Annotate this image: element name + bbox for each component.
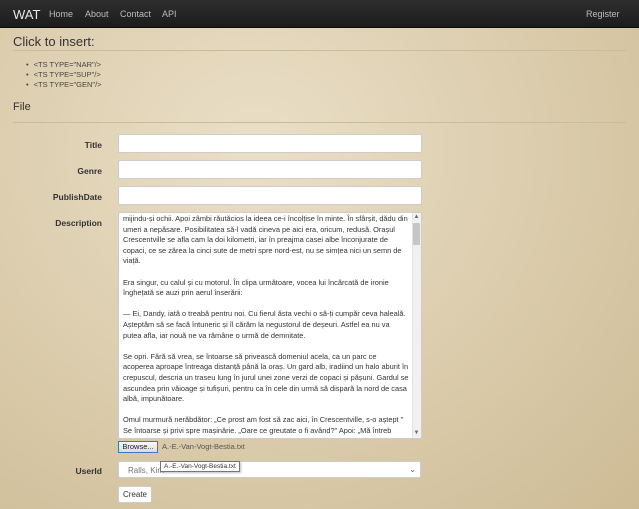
chevron-down-icon[interactable]: ⌄: [409, 465, 416, 474]
scroll-up-arrow-icon[interactable]: ▲: [413, 214, 420, 221]
file-section-heading: File: [13, 101, 31, 113]
nav-link-api[interactable]: API: [162, 9, 177, 19]
publishdate-input[interactable]: [118, 186, 422, 205]
userid-selected-value: Ralls, Kim: [128, 466, 165, 475]
publishdate-label: PublishDate: [52, 192, 102, 202]
nav-link-contact[interactable]: Contact: [120, 9, 151, 19]
brand-logo[interactable]: WAT: [13, 7, 40, 22]
title-label: Title: [84, 140, 102, 150]
genre-label: Genre: [77, 166, 102, 176]
userid-label: UserId: [75, 466, 102, 476]
scroll-thumb[interactable]: [413, 223, 420, 245]
create-button[interactable]: Create: [118, 486, 152, 503]
description-textarea[interactable]: mijindu-și ochii. Apoi zâmbi răutăcios l…: [118, 212, 422, 439]
description-text[interactable]: mijindu-și ochii. Apoi zâmbi răutăcios l…: [119, 213, 413, 438]
nav-link-home[interactable]: Home: [49, 9, 73, 19]
description-label: Description: [55, 218, 102, 228]
nav-link-register[interactable]: Register: [586, 9, 620, 19]
file-tooltip: A.-E.-Van-Vogt-Bestia.txt: [160, 461, 240, 472]
divider: [13, 50, 626, 51]
insert-heading: Click to insert:: [13, 34, 95, 49]
scroll-down-arrow-icon[interactable]: ▼: [413, 430, 420, 437]
genre-input[interactable]: [118, 160, 422, 179]
nav-link-about[interactable]: About: [85, 9, 109, 19]
title-input[interactable]: [118, 134, 422, 153]
insert-tag-sup[interactable]: <TS TYPE="SUP"/>: [26, 70, 102, 80]
insert-tag-nar[interactable]: <TS TYPE="NAR"/>: [26, 60, 102, 70]
insert-tag-gen[interactable]: <TS TYPE="GEN"/>: [26, 80, 102, 90]
browse-button[interactable]: Browse...: [118, 441, 158, 453]
divider: [13, 122, 626, 123]
selected-file-name: A.-E.-Van-Vogt-Bestia.txt: [162, 442, 245, 451]
insert-tag-list: <TS TYPE="NAR"/> <TS TYPE="SUP"/> <TS TY…: [26, 60, 102, 90]
navbar: WAT Home About Contact API Register: [0, 0, 639, 28]
description-scrollbar[interactable]: ▲ ▼: [412, 213, 421, 438]
